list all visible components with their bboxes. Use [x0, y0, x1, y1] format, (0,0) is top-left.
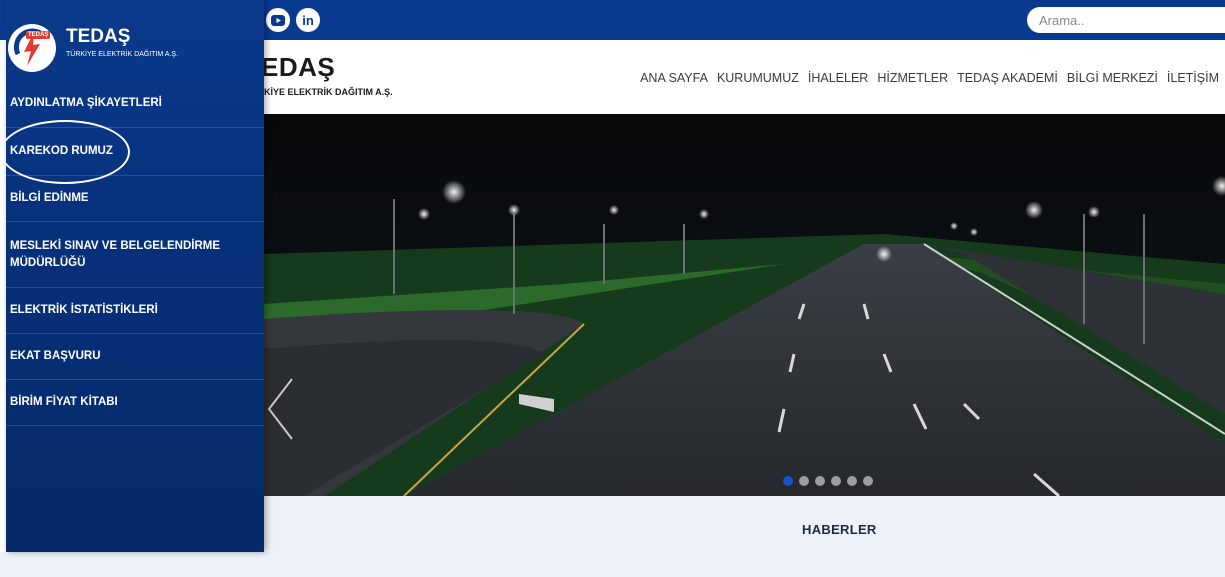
slider-dot[interactable] — [815, 476, 825, 486]
slider-dot[interactable] — [831, 476, 841, 486]
chevron-left-icon — [267, 378, 293, 440]
side-menu-list: AYDINLATMA ŞİKAYETLERİ KAREKOD RUMUZ BİL… — [6, 80, 264, 426]
nav-services[interactable]: HİZMETLER — [877, 71, 948, 85]
logo-tag: TEDAŞ — [26, 31, 51, 39]
linkedin-glyph: in — [302, 12, 314, 28]
hero-slider — [264, 114, 1225, 496]
sidebar-item-label: BİLGİ EDİNME — [10, 192, 89, 204]
slider-prev-arrow[interactable] — [264, 374, 298, 444]
nav-contact[interactable]: İLETİŞİM — [1167, 71, 1219, 85]
sidebar-item-vocational-exam[interactable]: MESLEKİ SINAV VE BELGELENDİRME MÜDÜRLÜĞÜ — [6, 222, 264, 288]
slider-dot[interactable] — [847, 476, 857, 486]
slider-dot[interactable] — [863, 476, 873, 486]
sidebar-logo[interactable]: TEDAŞ TEDAŞ TÜRKİYE ELEKTRİK DAĞITIM A.Ş… — [6, 4, 264, 76]
youtube-icon[interactable] — [266, 8, 290, 32]
nav-academy[interactable]: TEDAŞ AKADEMİ — [957, 71, 1058, 85]
sidebar-item-label: EKAT BAŞVURU — [10, 350, 101, 362]
logo-subtitle: TÜRKİYE ELEKTRİK DAĞITIM A.Ş. — [66, 51, 179, 58]
site-header: EDAŞ KİYE ELEKTRİK DAĞITIM A.Ş. ANA SAYF… — [261, 40, 1225, 114]
sidebar-item-lighting-complaints[interactable]: AYDINLATMA ŞİKAYETLERİ — [6, 80, 264, 128]
nav-tenders[interactable]: İHALELER — [808, 71, 868, 85]
main-nav: ANA SAYFA KURUMUMUZ İHALELER HİZMETLER T… — [640, 71, 1219, 85]
sidebar-item-qr-code[interactable]: KAREKOD RUMUZ — [6, 128, 264, 176]
hero-highway-image — [264, 114, 1225, 496]
news-title: HABERLER — [802, 522, 877, 537]
sidebar-item-label: KAREKOD RUMUZ — [10, 145, 113, 157]
sidebar-item-unit-price-book[interactable]: BİRİM FİYAT KİTABI — [6, 380, 264, 426]
sidebar-item-electricity-statistics[interactable]: ELEKTRİK İSTATİSTİKLERİ — [6, 288, 264, 334]
brand-subtitle: KİYE ELEKTRİK DAĞITIM A.Ş. — [264, 87, 393, 97]
nav-about[interactable]: KURUMUMUZ — [717, 71, 799, 85]
slider-dots — [783, 476, 873, 486]
side-menu: TEDAŞ TEDAŞ TÜRKİYE ELEKTRİK DAĞITIM A.Ş… — [6, 0, 264, 552]
sidebar-item-label: ELEKTRİK İSTATİSTİKLERİ — [10, 304, 158, 316]
news-section: HABERLER — [264, 496, 1225, 577]
sidebar-item-label: BİRİM FİYAT KİTABI — [10, 396, 118, 408]
sidebar-item-information-request[interactable]: BİLGİ EDİNME — [6, 176, 264, 222]
sidebar-item-label: AYDINLATMA ŞİKAYETLERİ — [10, 97, 162, 109]
youtube-glyph — [271, 14, 285, 26]
brand-title[interactable]: EDAŞ — [261, 52, 335, 83]
sidebar-item-ekat-application[interactable]: EKAT BAŞVURU — [6, 334, 264, 380]
logo-title: TEDAŞ — [66, 26, 131, 47]
sidebar-item-label: MESLEKİ SINAV VE BELGELENDİRME MÜDÜRLÜĞÜ — [10, 239, 221, 269]
nav-home[interactable]: ANA SAYFA — [640, 71, 708, 85]
linkedin-icon[interactable]: in — [296, 8, 320, 32]
search-input[interactable] — [1027, 7, 1225, 33]
slider-dot[interactable] — [783, 476, 793, 486]
slider-dot[interactable] — [799, 476, 809, 486]
nav-info-center[interactable]: BİLGİ MERKEZİ — [1067, 71, 1158, 85]
bottom-strip — [0, 552, 264, 577]
